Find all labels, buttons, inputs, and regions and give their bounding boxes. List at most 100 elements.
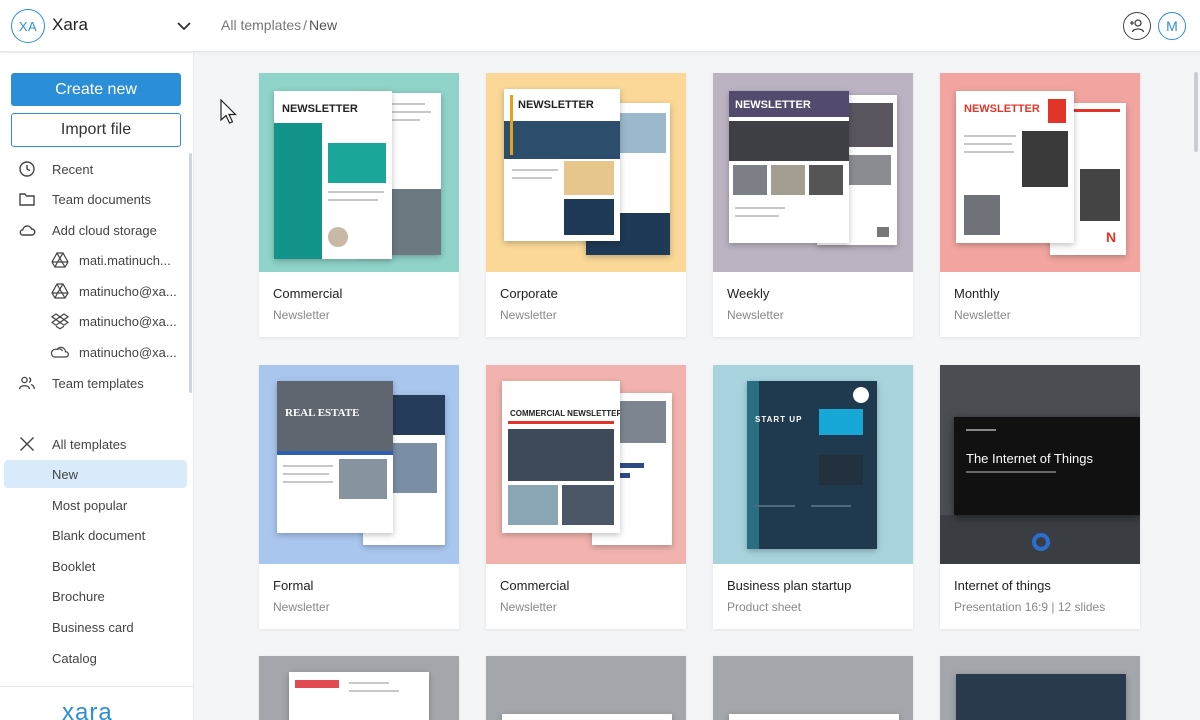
clock-icon	[19, 161, 35, 177]
sidebar-item-label: matinucho@xa...	[79, 284, 177, 299]
sidebar: Create new Import file Recent Team docum…	[0, 53, 194, 720]
template-title: Business plan startup	[727, 578, 852, 593]
thumbnail-front-page: START UP	[747, 381, 877, 549]
sidebar-scrollbar[interactable]	[189, 153, 192, 393]
top-bar: XA Xara All templates / New M	[0, 0, 1200, 52]
sidebar-item-label: mati.matinuch...	[79, 253, 171, 268]
template-thumbnail: The Internet of Things	[940, 365, 1140, 564]
sidebar-item-storage-google-drive-1[interactable]: mati.matinuch...	[4, 246, 187, 274]
thumbnail-masthead: NEWSLETTER	[518, 99, 594, 111]
create-new-button[interactable]: Create new	[11, 73, 181, 106]
template-thumbnail: NEWSLETTER	[259, 73, 459, 272]
import-file-button[interactable]: Import file	[11, 113, 181, 147]
sidebar-item-new[interactable]: New	[4, 460, 187, 488]
sidebar-item-booklet[interactable]: Booklet	[4, 552, 187, 580]
template-card-formal-newsletter[interactable]: REAL ESTATE Formal Newsletter	[259, 365, 459, 629]
sidebar-item-label: matinucho@xa...	[79, 314, 177, 329]
workspace-avatar[interactable]: XA	[11, 9, 45, 43]
sidebar-item-blank-document[interactable]: Blank document	[4, 521, 187, 549]
sidebar-divider	[0, 686, 193, 687]
sidebar-item-most-popular[interactable]: Most popular	[4, 491, 187, 519]
thumbnail-masthead: COMMERCIAL NEWSLETTER	[510, 409, 620, 418]
template-card-weekly-newsletter[interactable]: NEWSLETTER Weekly Newsletter	[713, 73, 913, 337]
dropbox-icon	[51, 313, 69, 330]
template-title: Commercial	[500, 578, 570, 593]
template-subtitle: Newsletter	[273, 600, 330, 614]
n-logo-icon: N	[1106, 229, 1117, 245]
thumbnail-front-page: NEWSLETTER	[504, 89, 620, 241]
thumbnail-front-page: NEWSLETTER	[956, 91, 1074, 243]
google-drive-icon	[51, 252, 69, 268]
template-thumbnail: NEWSLETTER	[713, 73, 913, 272]
template-thumbnail: NEWSLETTER	[486, 73, 686, 272]
sidebar-item-team-templates[interactable]: Team templates	[4, 369, 187, 397]
cloud-icon	[19, 225, 36, 236]
thumbnail-front-page	[729, 714, 899, 720]
sidebar-item-storage-onedrive[interactable]: matinucho@xa...	[4, 338, 187, 366]
template-subtitle: Newsletter	[500, 600, 557, 614]
sidebar-item-add-cloud-storage[interactable]: Add cloud storage	[4, 216, 187, 244]
sidebar-item-label: Business card	[52, 620, 134, 635]
thumbnail-masthead: NEWSLETTER	[964, 103, 1040, 115]
sidebar-item-label: Team documents	[52, 192, 151, 207]
thumbnail-masthead: START UP	[755, 415, 803, 424]
template-thumbnail	[486, 656, 686, 720]
sidebar-item-catalog[interactable]: Catalog	[4, 644, 187, 672]
thumbnail-front-page: REAL ESTATE	[277, 381, 393, 533]
breadcrumb-root[interactable]: All templates	[221, 17, 301, 33]
sidebar-item-label: matinucho@xa...	[79, 345, 177, 360]
template-card-monthly-newsletter[interactable]: N NEWSLETTER Monthly Newsletter	[940, 73, 1140, 337]
sidebar-item-brochure[interactable]: Brochure	[4, 582, 187, 610]
template-subtitle: Product sheet	[727, 600, 802, 614]
template-card-corporate-newsletter[interactable]: NEWSLETTER Corporate Newsletter	[486, 73, 686, 337]
sidebar-item-recent[interactable]: Recent	[4, 155, 187, 183]
template-subtitle: Newsletter	[500, 308, 557, 322]
sidebar-item-label: Booklet	[52, 559, 96, 574]
thumbnail-masthead: NEWSLETTER	[282, 103, 358, 115]
template-card-partial-4[interactable]	[940, 656, 1140, 720]
xara-logo: xara	[62, 699, 113, 720]
tools-icon	[20, 437, 34, 451]
template-card-commercial-newsletter[interactable]: NEWSLETTER Commercial Newsletter	[259, 73, 459, 337]
user-avatar[interactable]: M	[1158, 12, 1186, 40]
template-card-partial-1[interactable]	[259, 656, 459, 720]
template-thumbnail	[259, 656, 459, 720]
workspace-name[interactable]: Xara	[52, 15, 88, 35]
sidebar-item-team-documents[interactable]: Team documents	[4, 185, 187, 213]
template-thumbnail: N NEWSLETTER	[940, 73, 1140, 272]
template-card-partial-2[interactable]	[486, 656, 686, 720]
sidebar-item-storage-google-drive-2[interactable]: matinucho@xa...	[4, 277, 187, 305]
template-card-partial-3[interactable]	[713, 656, 913, 720]
template-card-business-plan-startup[interactable]: START UP Business plan startup Product s…	[713, 365, 913, 629]
template-thumbnail	[940, 656, 1140, 720]
thumbnail-front-page	[956, 674, 1126, 720]
add-user-icon	[1130, 19, 1145, 33]
sidebar-item-business-card[interactable]: Business card	[4, 613, 187, 641]
template-subtitle: Newsletter	[727, 308, 784, 322]
thumbnail-masthead: REAL ESTATE	[285, 407, 360, 419]
template-card-commercial-newsletter-2[interactable]: COMMERCIAL NEWSLETTER Commercial Newslet…	[486, 365, 686, 629]
sidebar-item-storage-dropbox[interactable]: matinucho@xa...	[4, 307, 187, 335]
template-thumbnail: COMMERCIAL NEWSLETTER	[486, 365, 686, 564]
main-scrollbar[interactable]	[1194, 72, 1198, 152]
thumbnail-front-page: NEWSLETTER	[274, 91, 392, 259]
template-subtitle: Presentation 16:9 | 12 slides	[954, 600, 1106, 614]
template-card-internet-of-things[interactable]: The Internet of Things Internet of thing…	[940, 365, 1140, 629]
add-user-button[interactable]	[1123, 12, 1151, 40]
chevron-down-icon[interactable]	[174, 16, 194, 36]
breadcrumb-separator: /	[303, 17, 308, 33]
template-title: Corporate	[500, 286, 558, 301]
template-subtitle: Newsletter	[273, 308, 330, 322]
breadcrumb-current: New	[309, 17, 338, 33]
thumbnail-front-page	[289, 672, 429, 720]
thumbnail-slide: The Internet of Things	[954, 417, 1140, 515]
folder-icon	[19, 193, 35, 206]
sidebar-item-all-templates[interactable]: All templates	[4, 430, 187, 458]
team-icon	[18, 376, 36, 390]
template-title: Formal	[273, 578, 314, 593]
thumbnail-masthead: The Internet of Things	[966, 451, 1093, 466]
thumbnail-front-page	[502, 714, 672, 720]
template-subtitle: Newsletter	[954, 308, 1011, 322]
thumbnail-front-page: NEWSLETTER	[729, 91, 849, 243]
template-thumbnail: REAL ESTATE	[259, 365, 459, 564]
